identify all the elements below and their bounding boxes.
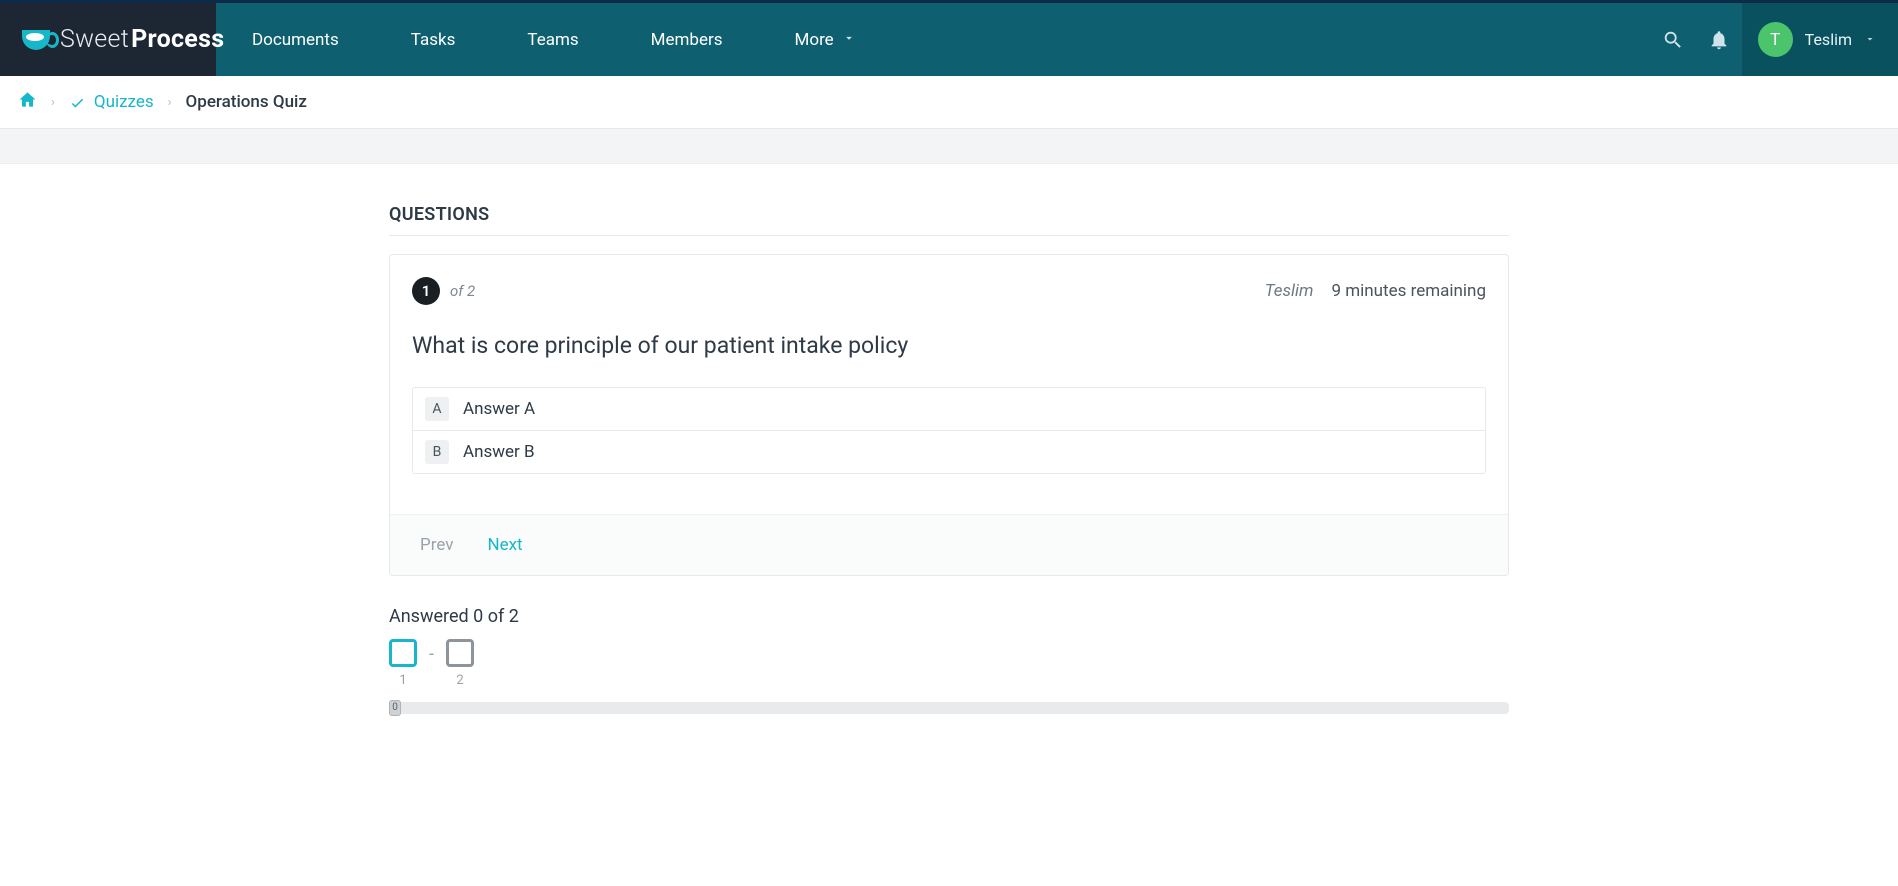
progress-slider[interactable]: 0 <box>389 702 1509 714</box>
nav-tasks[interactable]: Tasks <box>375 3 492 76</box>
question-header: 1 of 2 Teslim 9 minutes remaining <box>412 277 1486 305</box>
nav-members[interactable]: Members <box>615 3 759 76</box>
question-card: 1 of 2 Teslim 9 minutes remaining What i… <box>389 254 1509 576</box>
breadcrumb-current: Operations Quiz <box>186 92 307 112</box>
home-icon <box>18 90 37 109</box>
question-number-badge: 1 <box>412 277 440 305</box>
progress-box-1[interactable] <box>389 639 417 667</box>
question-nav: Prev Next <box>390 514 1508 575</box>
sub-header-bar <box>0 129 1898 164</box>
progress-box-label: 1 <box>399 673 406 688</box>
progress-box-label: 2 <box>456 673 463 688</box>
breadcrumb-home[interactable] <box>18 90 37 114</box>
logo-text-sweet: Sweet <box>60 25 129 54</box>
notifications-button[interactable] <box>1696 17 1742 63</box>
breadcrumb-sep: › <box>51 95 55 110</box>
prev-button[interactable]: Prev <box>420 535 453 555</box>
breadcrumb: › Quizzes › Operations Quiz <box>0 76 1898 129</box>
question-user: Teslim <box>1265 281 1314 301</box>
choice-label: Answer B <box>463 442 535 462</box>
logo-text-process: Process <box>131 25 224 54</box>
question-of-text: of 2 <box>450 282 475 300</box>
logo[interactable]: SweetProcess <box>0 3 216 76</box>
topbar: SweetProcess Documents Tasks Teams Membe… <box>0 3 1898 76</box>
bell-icon <box>1708 29 1730 51</box>
user-name: Teslim <box>1805 30 1852 49</box>
choice-key: A <box>425 397 449 421</box>
progress-boxes: 1 - 2 <box>389 639 1509 688</box>
answered-count: Answered 0 of 2 <box>389 606 1509 627</box>
slider-handle[interactable]: 0 <box>389 700 401 716</box>
choice-label: Answer A <box>463 399 535 419</box>
breadcrumb-sep: › <box>168 95 172 110</box>
chevron-down-icon <box>842 30 856 50</box>
answer-choices: A Answer A B Answer B <box>412 387 1486 474</box>
progress-box-2[interactable] <box>446 639 474 667</box>
logo-cup-icon <box>22 30 50 50</box>
section-title: QUESTIONS <box>389 204 1509 236</box>
main-nav: Documents Tasks Teams Members More <box>216 3 1742 76</box>
chevron-down-icon <box>1864 30 1876 49</box>
nav-more[interactable]: More <box>759 3 892 76</box>
check-icon <box>69 94 86 111</box>
main-content: QUESTIONS 1 of 2 Teslim 9 minutes remain… <box>389 164 1509 734</box>
nav-teams[interactable]: Teams <box>491 3 614 76</box>
search-icon <box>1662 29 1684 51</box>
question-text: What is core principle of our patient in… <box>412 331 1486 361</box>
breadcrumb-quizzes[interactable]: Quizzes <box>69 92 154 112</box>
search-button[interactable] <box>1650 17 1696 63</box>
time-remaining: 9 minutes remaining <box>1331 281 1486 301</box>
answer-choice-a[interactable]: A Answer A <box>413 388 1485 430</box>
answer-choice-b[interactable]: B Answer B <box>413 430 1485 473</box>
user-menu[interactable]: T Teslim <box>1742 3 1898 76</box>
avatar: T <box>1758 22 1793 57</box>
nav-documents[interactable]: Documents <box>216 3 375 76</box>
next-button[interactable]: Next <box>487 535 522 555</box>
progress-dash: - <box>429 644 434 683</box>
choice-key: B <box>425 440 449 464</box>
